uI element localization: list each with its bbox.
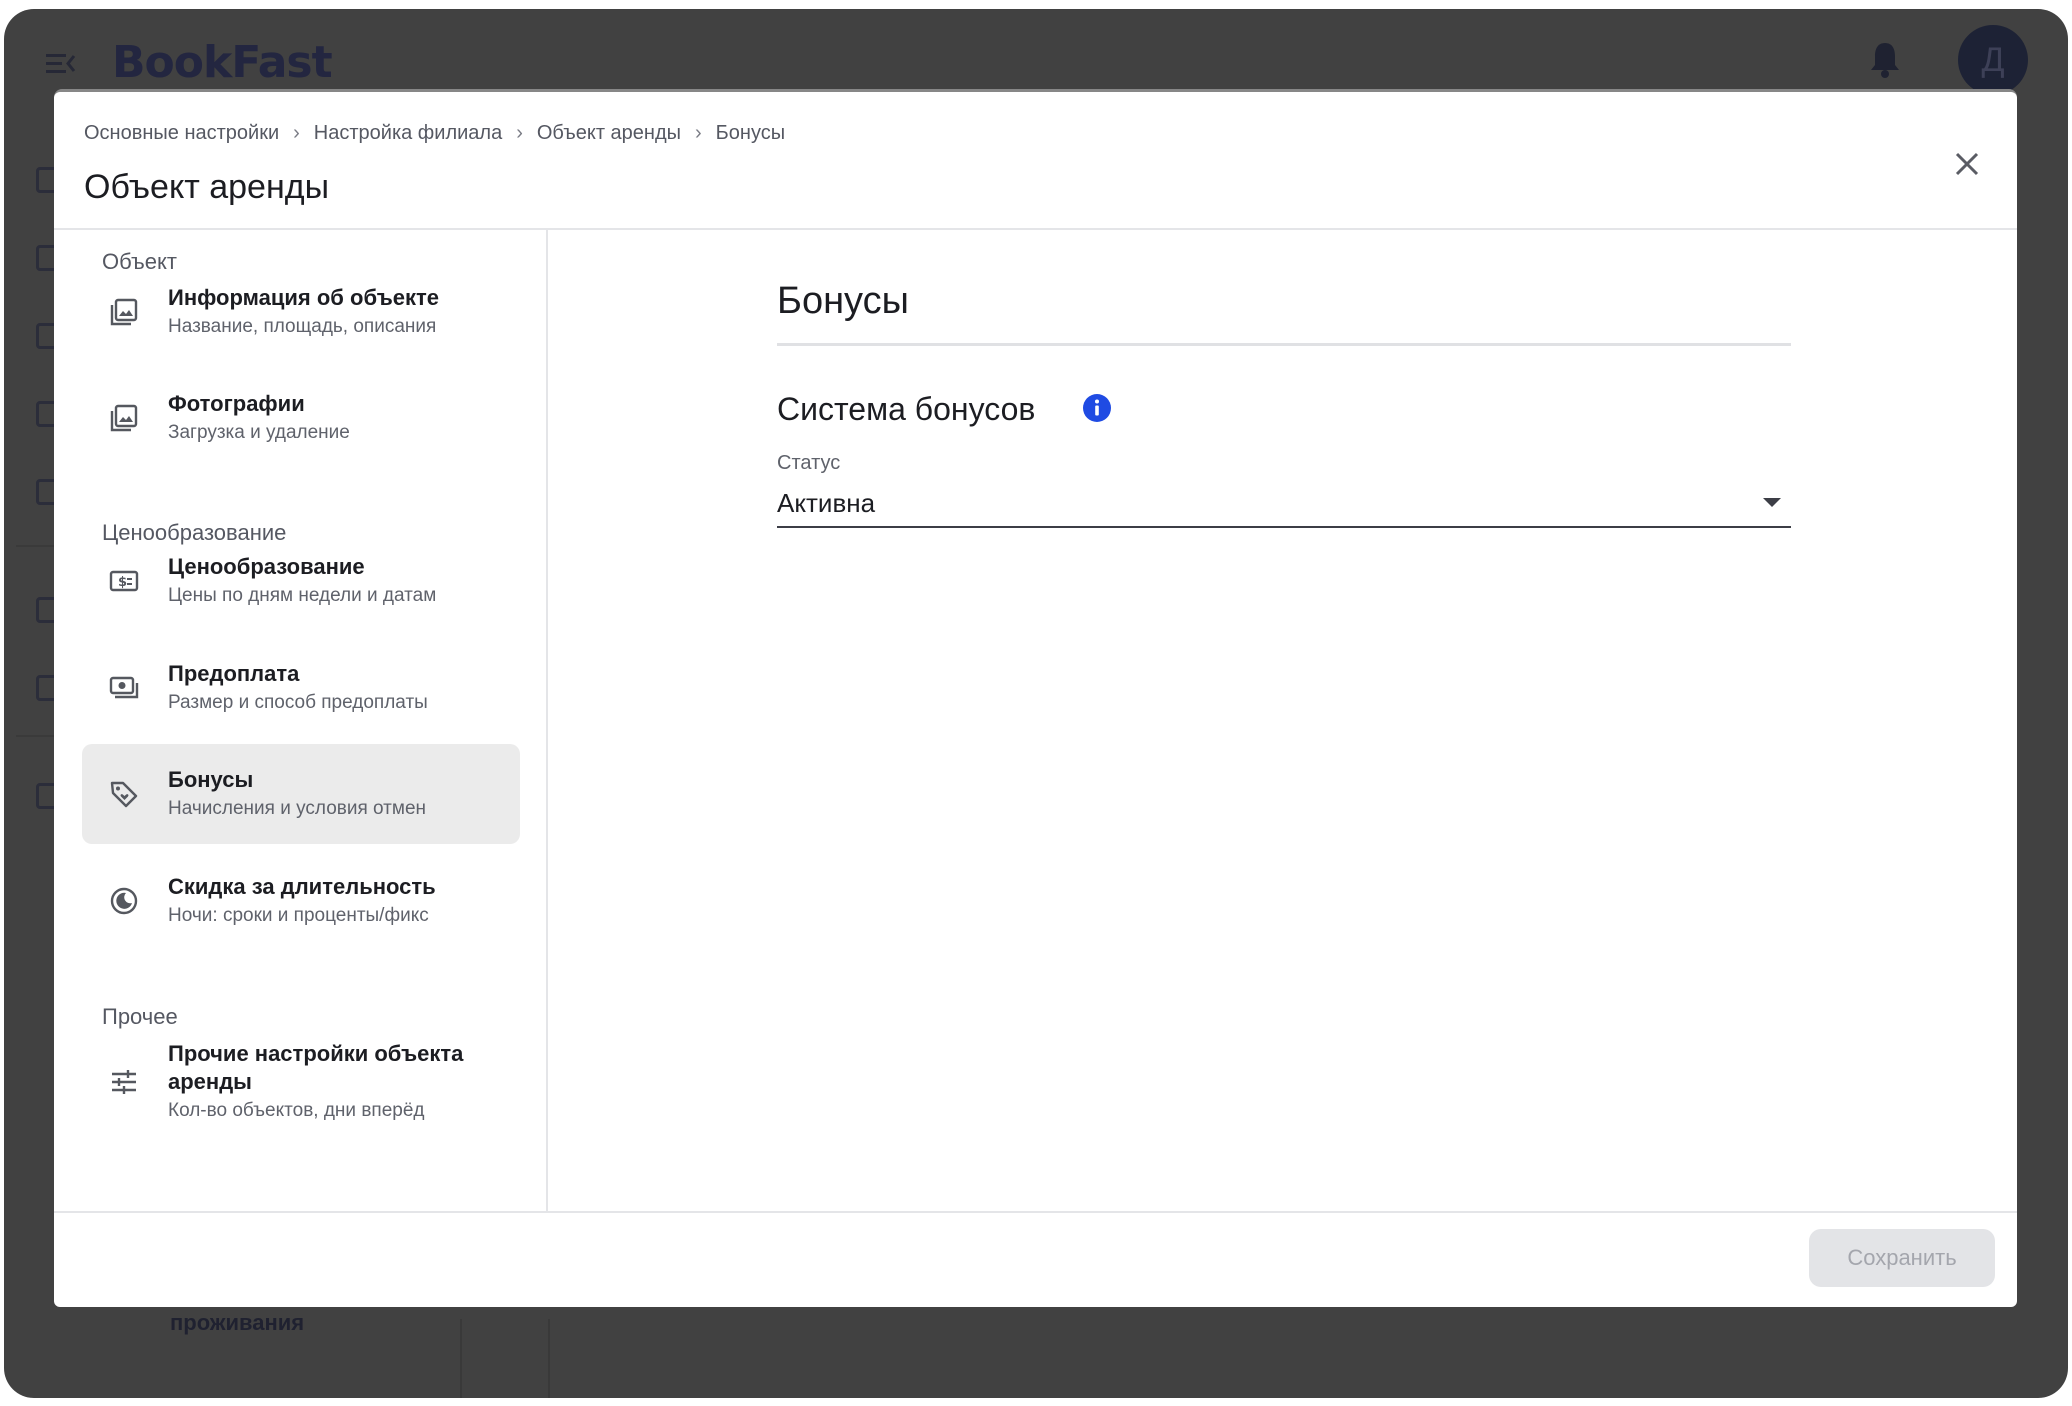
breadcrumb-item[interactable]: Объект аренды — [537, 122, 681, 145]
breadcrumb-current: Бонусы — [715, 122, 786, 144]
status-select[interactable]: Активна — [777, 482, 1791, 528]
nav-item-title: Фотографии — [168, 391, 305, 416]
nav-item-object-info[interactable]: Информация об объекте Название, площадь,… — [82, 262, 520, 362]
close-icon[interactable] — [1947, 144, 1987, 184]
dropdown-arrow-icon — [1763, 498, 1781, 507]
background-divider — [460, 1319, 462, 1398]
nav-item-pricing[interactable]: $ Ценообразование Цены по дням недели и … — [82, 531, 520, 631]
section-title: Бонусы — [777, 280, 909, 322]
nav-item-duration-discount[interactable]: Скидка за длительность Ночи: сроки и про… — [82, 851, 520, 951]
nav-item-title: Информация об объекте — [168, 285, 440, 310]
settings-modal: Основные настройки › Настройка филиала ›… — [54, 92, 2017, 1307]
bonuses-panel: Бонусы Система бонусов Статус Активна — [548, 230, 2017, 1211]
svg-text:$: $ — [118, 575, 127, 590]
menu-collapse-icon[interactable] — [44, 47, 78, 81]
breadcrumb-item[interactable]: Настройка филиала — [314, 122, 502, 145]
chevron-right-icon: › — [293, 122, 300, 144]
modal-title: Объект аренды — [84, 168, 330, 206]
nav-item-title: Предоплата — [168, 661, 300, 686]
nav-item-title: Бонусы — [168, 767, 254, 792]
nav-item-subtitle: Размер и способ предоплаты — [168, 692, 428, 713]
status-label: Статус — [777, 452, 841, 474]
nav-item-subtitle: Загрузка и удаление — [168, 422, 350, 443]
bell-icon[interactable] — [1867, 39, 1903, 79]
nav-item-subtitle: Кол-во объектов, дни вперёд — [168, 1100, 425, 1121]
nav-item-bonuses[interactable]: Бонусы Начисления и условия отмен — [82, 744, 520, 844]
nav-item-subtitle: Цены по дням недели и датам — [168, 585, 437, 606]
nav-item-title: Прочие настройки объекта аренды — [168, 1041, 464, 1094]
background-text: проживания — [170, 1310, 305, 1335]
subsection-title: Система бонусов — [777, 391, 1036, 427]
payments-icon — [109, 676, 139, 699]
chevron-right-icon: › — [516, 122, 523, 144]
avatar[interactable]: Д — [1958, 25, 2028, 95]
nav-item-subtitle: Начисления и условия отмен — [168, 798, 427, 819]
price-tag-dollar-icon: $ — [109, 570, 139, 592]
nav-item-subtitle: Название, площадь, описания — [168, 316, 437, 337]
breadcrumb: Основные настройки › Настройка филиала ›… — [84, 122, 785, 145]
image-stack-icon — [110, 404, 138, 432]
nav-item-title: Ценообразование — [168, 554, 365, 579]
moon-circle-icon — [110, 887, 138, 915]
breadcrumb-item[interactable]: Основные настройки — [84, 122, 279, 145]
nav-item-prepayment[interactable]: Предоплата Размер и способ предоплаты — [82, 638, 520, 738]
nav-item-photos[interactable]: Фотографии Загрузка и удаление — [82, 368, 520, 468]
nav-item-subtitle: Ночи: сроки и проценты/фикс — [168, 905, 429, 926]
image-stack-icon — [110, 298, 138, 326]
chevron-right-icon: › — [695, 122, 702, 144]
save-button[interactable]: Сохранить — [1809, 1229, 1995, 1287]
section-divider — [777, 343, 1791, 346]
info-icon[interactable] — [1082, 393, 1112, 423]
brand-logo: BookFast — [112, 37, 333, 88]
settings-nav: Объект Информация об объекте Название, п… — [54, 230, 548, 1211]
nav-item-title: Скидка за длительность — [168, 874, 436, 899]
status-value: Активна — [777, 488, 876, 518]
footer-divider — [54, 1211, 2017, 1213]
loyalty-tag-icon — [110, 781, 138, 808]
nav-item-other-settings[interactable]: Прочие настройки объекта аренды Кол-во о… — [82, 1026, 520, 1138]
background-divider — [548, 1319, 550, 1398]
tune-sliders-icon — [112, 1070, 136, 1094]
